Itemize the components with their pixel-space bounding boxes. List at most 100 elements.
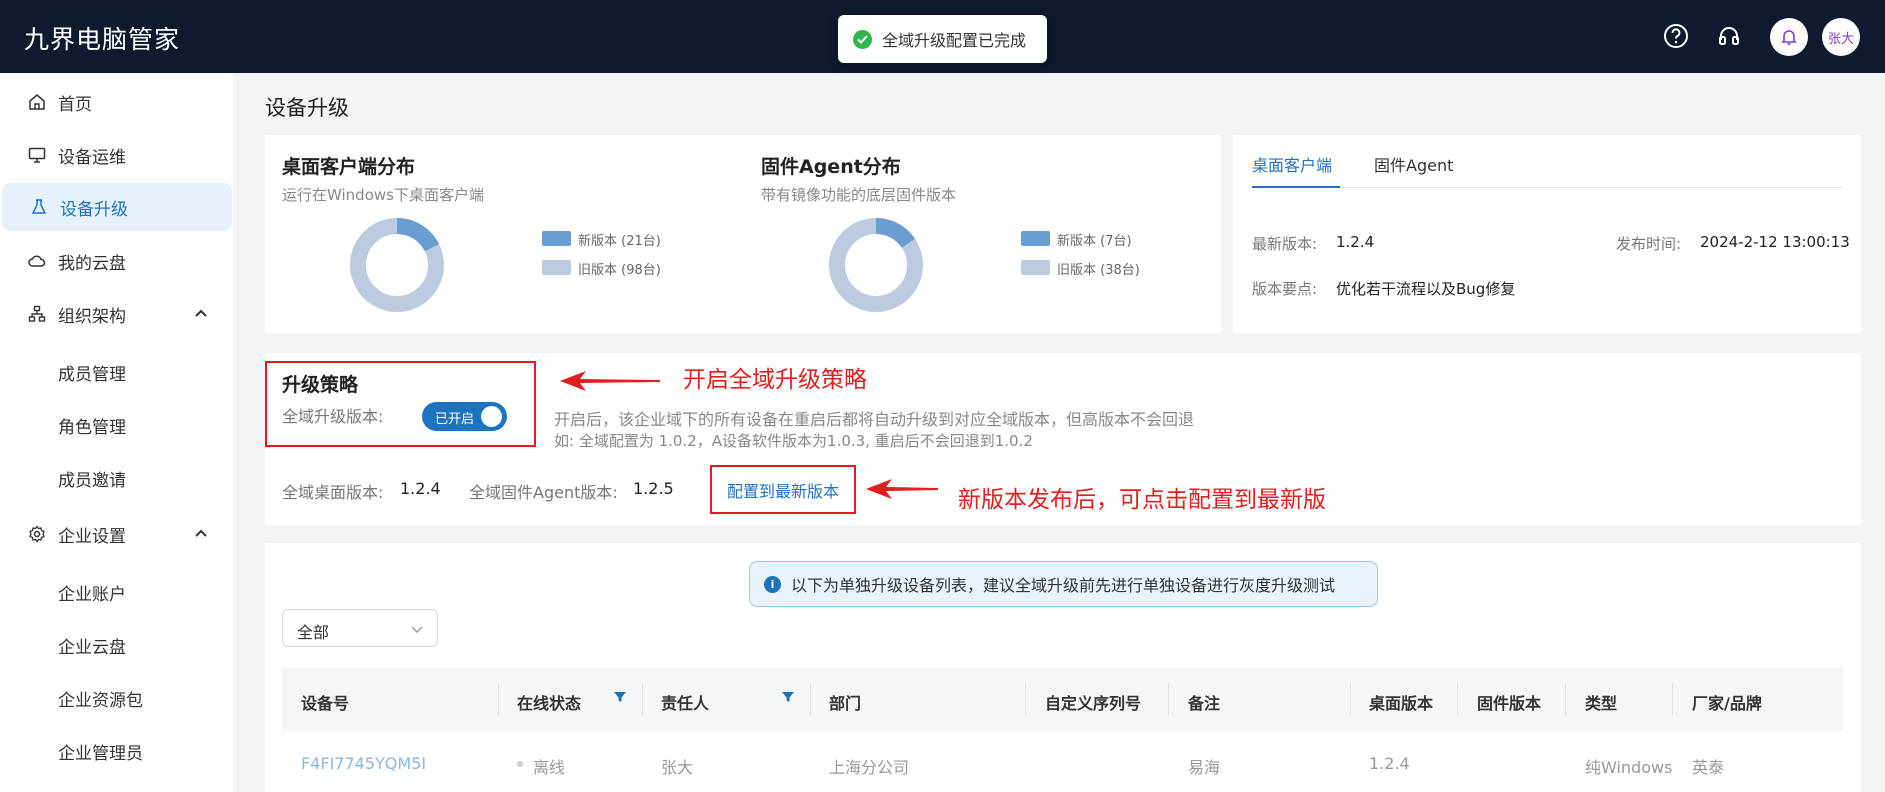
column-header[interactable]: 设备号 (301, 690, 349, 714)
sidebar-subitem-enterprise-cloud[interactable]: 企业云盘 (58, 633, 126, 658)
column-divider (1168, 683, 1169, 715)
sidebar-subitem-resource-pack[interactable]: 企业资源包 (58, 686, 143, 711)
device-id-link[interactable]: F4FI7745YQM5I (301, 754, 426, 773)
column-divider (642, 683, 643, 715)
sidebar-item-label: 设备升级 (60, 199, 128, 220)
sidebar-item-label: 我的云盘 (58, 253, 126, 274)
sidebar-subitem-invites[interactable]: 成员邀请 (58, 466, 126, 491)
legend-new-label: 新版本 (7台) (1057, 234, 1132, 249)
column-divider (1350, 683, 1351, 715)
firmware-dist-title: 固件Agent分布 (761, 156, 901, 178)
chevron-up-icon[interactable] (194, 307, 208, 321)
chevron-up-icon[interactable] (194, 527, 208, 541)
cloud-icon (28, 255, 46, 267)
column-header[interactable]: 固件版本 (1477, 690, 1541, 714)
annotation-config-latest: 新版本发布后，可点击配置到最新版 (958, 487, 1326, 513)
offline-status-dot (517, 761, 523, 767)
info-icon: i (764, 575, 781, 593)
department-cell: 上海分公司 (829, 758, 910, 777)
note-cell: 易海 (1188, 758, 1221, 777)
desktop-donut-chart (350, 218, 444, 312)
latest-version-value: 1.2.4 (1336, 233, 1375, 251)
sidebar-item-label: 首页 (58, 94, 92, 115)
device-filter-select[interactable]: 全部 (282, 609, 438, 647)
user-avatar[interactable]: 张大 (1822, 18, 1860, 56)
sidebar-subitem-members[interactable]: 成员管理 (58, 360, 126, 385)
column-header[interactable]: 自定义序列号 (1045, 690, 1141, 714)
tab-firmware-agent[interactable]: 固件Agent (1374, 152, 1453, 176)
headset-icon[interactable] (1712, 19, 1746, 53)
column-header[interactable]: 部门 (829, 690, 861, 714)
column-header[interactable]: 桌面版本 (1369, 690, 1433, 714)
release-date-value: 2024-2-12 13:00:13 (1700, 233, 1850, 251)
policy-title: 升级策略 (282, 374, 359, 396)
home-icon (29, 94, 45, 110)
release-date-label: 发布时间: (1616, 235, 1682, 253)
filter-selected-value: 全部 (297, 623, 330, 642)
sidebar-item-cloud-drive[interactable]: 我的云盘 (0, 237, 230, 285)
policy-toggle-label: 全域升级版本: (282, 407, 384, 426)
legend-old-label: 旧版本 (98台) (578, 263, 661, 278)
column-divider (1565, 683, 1566, 715)
bell-icon[interactable] (1770, 18, 1808, 56)
legend-new-label: 新版本 (21台) (578, 234, 661, 249)
legend-new-swatch (1021, 231, 1050, 246)
global-firmware-version-label: 全域固件Agent版本: (469, 483, 618, 502)
configure-latest-button[interactable]: 配置到最新版本 (710, 465, 856, 514)
global-firmware-version-value: 1.2.5 (633, 479, 674, 498)
legend-old-label: 旧版本 (38台) (1057, 263, 1140, 278)
column-header[interactable]: 在线状态 (517, 690, 581, 714)
release-notes-label: 版本要点: (1252, 280, 1318, 298)
tab-desktop-client[interactable]: 桌面客户端 (1252, 152, 1332, 176)
org-icon (28, 305, 46, 322)
help-icon[interactable] (1659, 19, 1693, 53)
column-header[interactable]: 厂家/品牌 (1692, 690, 1762, 714)
column-header[interactable]: 备注 (1188, 690, 1220, 714)
column-divider (1672, 683, 1673, 715)
column-divider (1025, 683, 1026, 715)
global-desktop-version-value: 1.2.4 (400, 479, 441, 498)
app-title: 九界电脑管家 (24, 25, 181, 54)
sidebar-item-device-ops[interactable]: 设备运维 (0, 131, 230, 179)
owner-cell: 张大 (661, 758, 694, 777)
legend-new-swatch (542, 231, 571, 246)
status-cell: 离线 (533, 758, 566, 777)
column-divider (1457, 683, 1458, 715)
column-header[interactable]: 类型 (1585, 690, 1617, 714)
active-tab-indicator (1252, 186, 1340, 188)
sidebar-subitem-admins[interactable]: 企业管理员 (58, 739, 143, 764)
filter-icon[interactable] (613, 690, 627, 704)
sidebar-item-label: 组织架构 (58, 306, 126, 327)
annotation-arrow-icon (560, 371, 660, 391)
notice-text: 以下为单独升级设备列表，建议全域升级前先进行单独设备进行灰度升级测试 (791, 576, 1336, 595)
toggle-knob (481, 406, 502, 427)
firmware-dist-subtitle: 带有镜像功能的底层固件版本 (761, 186, 957, 204)
brand-cell: 英泰 (1692, 758, 1725, 777)
filter-icon[interactable] (781, 690, 795, 704)
column-divider (810, 683, 811, 715)
success-toast: 全域升级配置已完成 (838, 15, 1047, 63)
type-cell: 纯Windows (1585, 758, 1673, 777)
sidebar-item-label: 企业设置 (58, 526, 126, 547)
desktop-dist-subtitle: 运行在Windows下桌面客户端 (282, 186, 484, 204)
sidebar-item-home[interactable]: 首页 (0, 78, 230, 126)
sidebar-item-org[interactable]: 组织架构 (0, 290, 230, 338)
desktop-dist-title: 桌面客户端分布 (282, 156, 416, 178)
column-header[interactable]: 责任人 (661, 690, 709, 714)
flask-icon (31, 199, 47, 214)
sidebar-item-enterprise-settings[interactable]: 企业设置 (0, 510, 230, 558)
release-notes-value: 优化若干流程以及Bug修复 (1336, 280, 1516, 298)
sidebar-subitem-roles[interactable]: 角色管理 (58, 413, 126, 438)
sidebar-subitem-enterprise-account[interactable]: 企业账户 (58, 580, 126, 605)
legend-old-swatch (542, 260, 571, 275)
latest-version-label: 最新版本: (1252, 235, 1318, 253)
policy-description-2: 如: 全域配置为 1.0.2，A设备软件版本为1.0.3, 重启后不会回退到1.… (554, 432, 1033, 450)
toggle-state-label: 已开启 (435, 412, 475, 427)
check-circle-icon (853, 29, 872, 49)
monitor-icon (28, 147, 46, 163)
global-upgrade-toggle[interactable]: 已开启 (422, 402, 507, 431)
sidebar: 首页 设备运维 设备升级 我的云盘 组织架构 成员管理 角色管理 成员邀请 企业… (0, 73, 233, 792)
sidebar-item-device-upgrade[interactable]: 设备升级 (2, 183, 232, 231)
global-desktop-version-label: 全域桌面版本: (282, 483, 384, 502)
legend-old-swatch (1021, 260, 1050, 275)
